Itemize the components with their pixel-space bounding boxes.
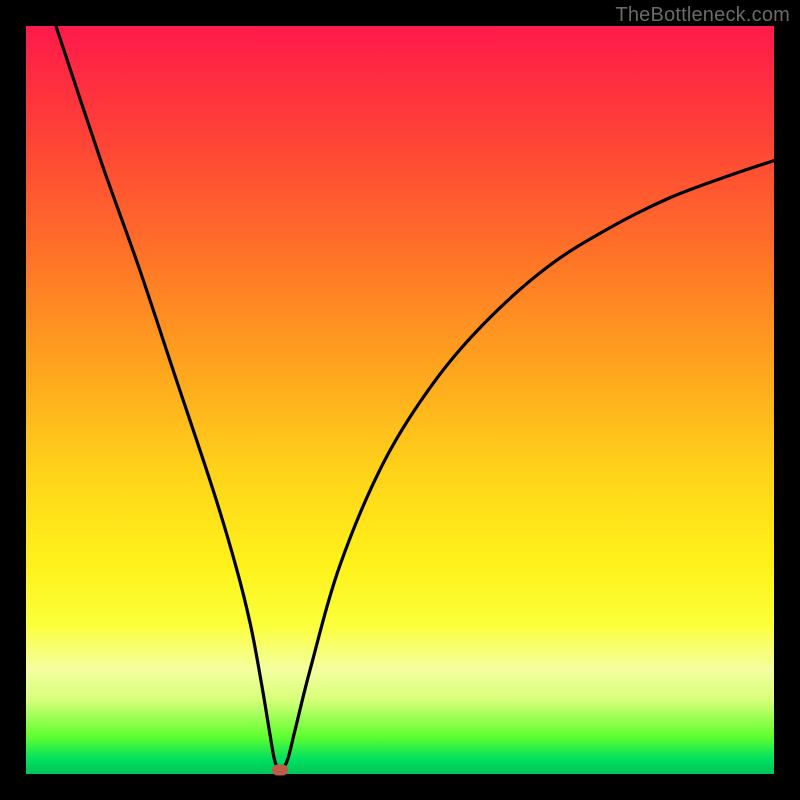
bottleneck-curve [26, 26, 774, 774]
watermark-text: TheBottleneck.com [615, 4, 790, 27]
curve-path [56, 26, 774, 772]
plot-area [26, 26, 774, 774]
chart-frame: TheBottleneck.com [0, 0, 800, 800]
optimal-marker [272, 765, 288, 776]
